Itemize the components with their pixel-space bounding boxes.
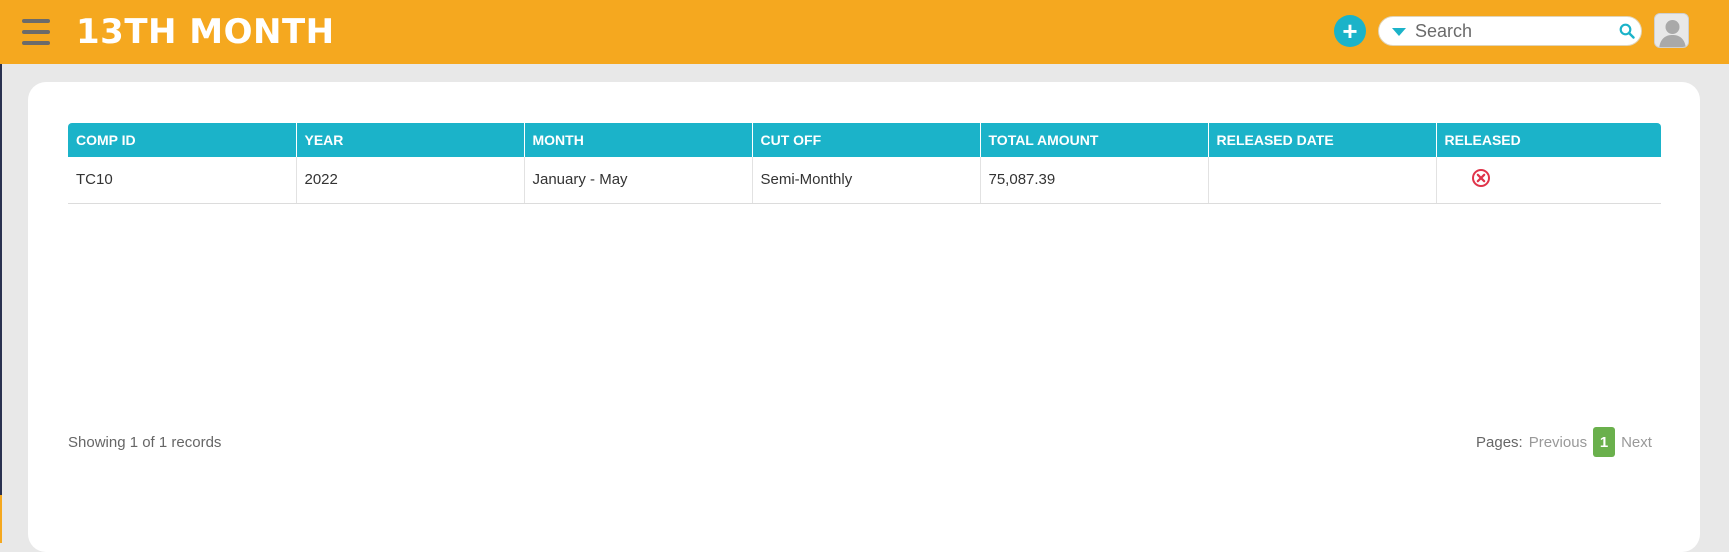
plus-icon: + [1342, 16, 1358, 46]
search-icon[interactable] [1619, 23, 1635, 39]
pagination: Pages: Previous 1 Next [1476, 427, 1652, 457]
search-bar [1378, 16, 1642, 46]
column-header-month[interactable]: MONTH [524, 123, 753, 157]
column-header-cut-off[interactable]: CUT OFF [752, 123, 981, 157]
top-bar: 13TH MONTH + [0, 0, 1729, 64]
content-card: COMP ID YEAR MONTH CUT OFF TOTAL AMOUNT … [28, 82, 1700, 552]
search-input[interactable] [1415, 20, 1605, 42]
cell-month: January - May [524, 157, 753, 204]
user-avatar[interactable] [1654, 13, 1689, 48]
hamburger-menu-icon[interactable] [22, 19, 50, 45]
column-header-comp-id[interactable]: COMP ID [68, 123, 297, 157]
page-title: 13TH MONTH [76, 12, 335, 52]
table-header-row: COMP ID YEAR MONTH CUT OFF TOTAL AMOUNT … [68, 123, 1661, 157]
hamburger-line [22, 19, 50, 23]
search-filter-dropdown-icon[interactable] [1392, 28, 1406, 36]
hamburger-line [22, 30, 50, 34]
records-table: COMP ID YEAR MONTH CUT OFF TOTAL AMOUNT … [68, 123, 1661, 204]
cell-total-amount: 75,087.39 [980, 157, 1209, 204]
cell-released [1436, 157, 1661, 204]
column-header-total-amount[interactable]: TOTAL AMOUNT [980, 123, 1209, 157]
cell-cut-off: Semi-Monthly [752, 157, 981, 204]
column-header-released[interactable]: RELEASED [1436, 123, 1661, 157]
previous-page-link[interactable]: Previous [1529, 434, 1587, 451]
not-released-x-circle-icon[interactable] [1471, 168, 1491, 188]
column-header-released-date[interactable]: RELEASED DATE [1208, 123, 1437, 157]
left-edge-strip-accent [0, 495, 2, 543]
column-header-year[interactable]: YEAR [296, 123, 525, 157]
cell-released-date [1208, 157, 1437, 204]
next-page-link[interactable]: Next [1621, 434, 1652, 451]
avatar-icon [1655, 14, 1688, 47]
page-number-button[interactable]: 1 [1593, 427, 1616, 457]
cell-year: 2022 [296, 157, 525, 204]
table-row[interactable]: TC10 2022 January - May Semi-Monthly 75,… [68, 157, 1661, 204]
left-edge-strip [0, 64, 2, 543]
hamburger-line [22, 41, 50, 45]
add-record-button[interactable]: + [1334, 15, 1366, 47]
pages-label: Pages: [1476, 433, 1523, 451]
cell-comp-id: TC10 [68, 157, 297, 204]
records-count: Showing 1 of 1 records [68, 434, 222, 451]
